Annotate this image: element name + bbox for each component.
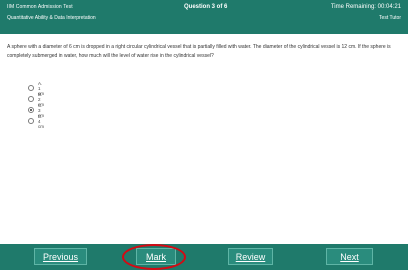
option-d-radio[interactable] — [28, 118, 34, 124]
question-text: A sphere with a diameter of 6 cm is drop… — [7, 44, 391, 59]
option-a-radio[interactable] — [28, 85, 34, 91]
test-header: IIM Common Admission Test Quantitative A… — [0, 0, 408, 34]
next-button[interactable]: Next — [326, 248, 373, 265]
option-b-radio[interactable] — [28, 96, 34, 102]
mark-highlight-circle — [122, 244, 186, 270]
section-name: Quantitative Ability & Data Interpretati… — [7, 15, 96, 21]
option-d[interactable]: D. 4 cm — [28, 114, 44, 129]
test-name: IIM Common Admission Test — [7, 4, 73, 10]
review-button[interactable]: Review — [228, 248, 273, 265]
previous-button[interactable]: Previous — [34, 248, 87, 265]
question-counter: Question 3 of 6 — [184, 4, 228, 10]
option-c-radio[interactable] — [28, 107, 34, 113]
previous-button-label: Previous — [42, 251, 78, 262]
next-button-label: Next — [340, 251, 359, 262]
option-d-label: D. 4 cm — [38, 113, 44, 129]
time-remaining: Time Remaining: 00:04:21 — [330, 4, 401, 10]
test-tutor-link[interactable]: Test Tutor — [379, 15, 401, 21]
question-panel: A sphere with a diameter of 6 cm is drop… — [0, 34, 408, 244]
navigation-bar: Previous Mark Review Next — [0, 244, 408, 270]
review-button-label: Review — [235, 251, 266, 262]
